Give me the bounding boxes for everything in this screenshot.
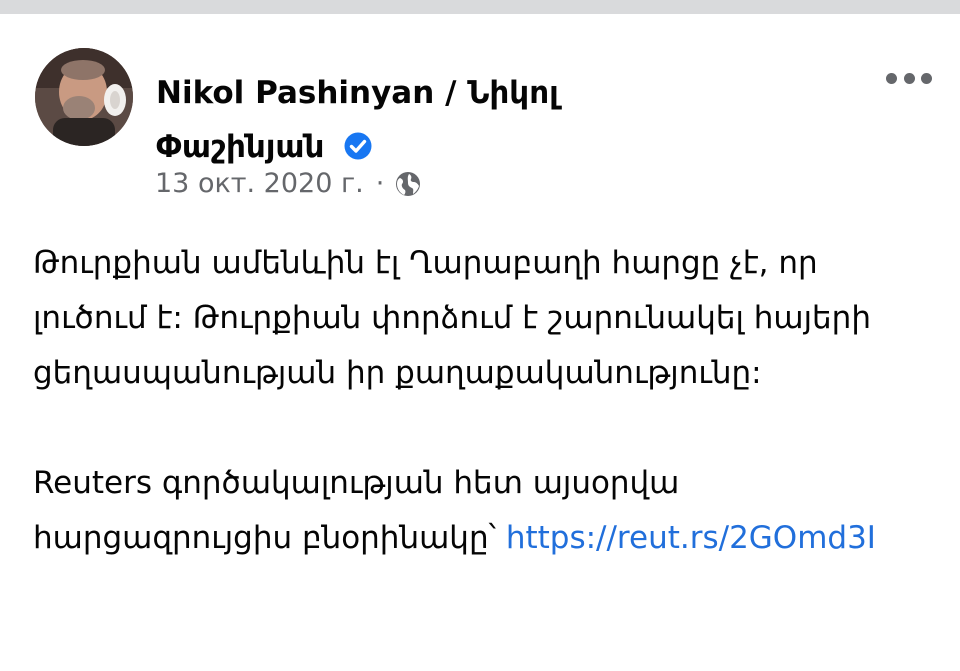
avatar[interactable] bbox=[35, 48, 133, 146]
post-card: Nikol Pashinyan / Նիկոլ Փաշինյան 13 окт.… bbox=[0, 14, 960, 671]
post-body: Թուրքիան ամենևին էլ Ղարաբաղի հարցը չէ, ո… bbox=[33, 236, 923, 566]
post-paragraph-2: Reuters գործակալության հետ այսօրվա հարցա… bbox=[33, 456, 923, 566]
more-options-icon[interactable] bbox=[886, 70, 932, 86]
reuters-link[interactable]: https://reut.rs/2GOmd3I bbox=[506, 520, 876, 556]
meta-separator: · bbox=[375, 168, 385, 199]
verified-badge-icon bbox=[344, 132, 372, 159]
post-date[interactable]: 13 окт. 2020 г. bbox=[155, 168, 364, 199]
globe-icon[interactable] bbox=[394, 170, 422, 198]
more-dot bbox=[903, 72, 915, 84]
author-name[interactable]: Nikol Pashinyan / Նիկոլ Փաշինյան bbox=[156, 66, 716, 174]
more-dot bbox=[921, 72, 932, 84]
facebook-post-screen: Nikol Pashinyan / Նիկոլ Փաշինյան 13 окт.… bbox=[0, 0, 960, 671]
more-dot bbox=[886, 72, 897, 84]
avatar-photo bbox=[35, 48, 133, 146]
post-paragraph-1: Թուրքիան ամենևին էլ Ղարաբաղի հարցը չէ, ո… bbox=[33, 245, 871, 391]
post-meta: 13 окт. 2020 г. · bbox=[155, 168, 422, 199]
top-divider bbox=[0, 0, 960, 14]
